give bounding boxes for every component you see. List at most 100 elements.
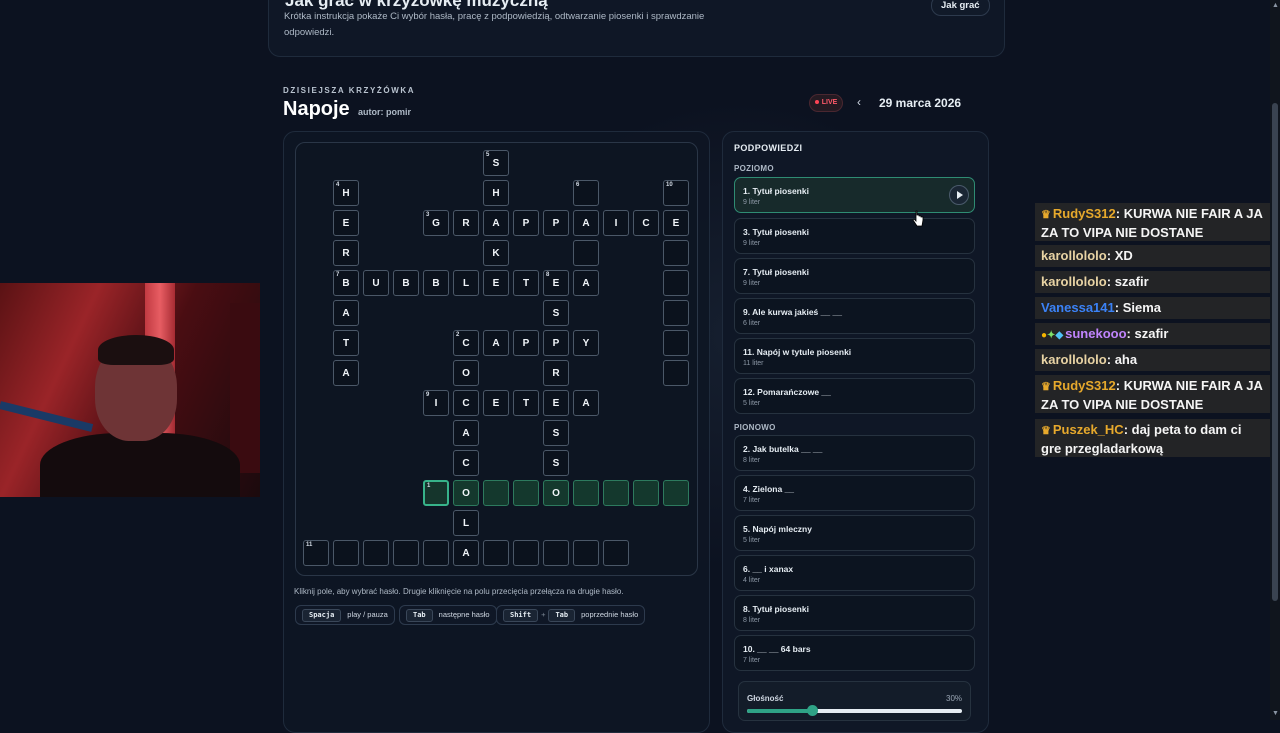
grid-cell[interactable] (663, 330, 689, 356)
grid-cell[interactable] (663, 480, 689, 506)
grid-cell[interactable]: R (543, 360, 569, 386)
grid-cell[interactable]: 2C (453, 330, 479, 356)
grid-cell[interactable]: A (483, 210, 509, 236)
clue-across-1[interactable]: 1. Tytuł piosenki 9 liter (734, 177, 975, 213)
grid-cell[interactable] (603, 480, 629, 506)
grid-cell[interactable]: R (453, 210, 479, 236)
grid-cell[interactable] (663, 240, 689, 266)
grid-cell[interactable]: L (453, 510, 479, 536)
grid-cell[interactable] (633, 480, 659, 506)
grid-cell[interactable]: 7B (333, 270, 359, 296)
grid-cell[interactable]: O (453, 480, 479, 506)
grid-cell[interactable]: U (363, 270, 389, 296)
grid-cell[interactable]: P (543, 330, 569, 356)
grid-cell[interactable]: O (453, 360, 479, 386)
previous-date-chevron-icon[interactable]: ‹ (857, 95, 861, 109)
grid-cell[interactable]: L (453, 270, 479, 296)
grid-cell[interactable] (393, 540, 419, 566)
grid-cell[interactable]: A (573, 270, 599, 296)
grid-cell[interactable]: B (423, 270, 449, 296)
grid-cell[interactable] (363, 540, 389, 566)
grid-cell[interactable]: C (453, 450, 479, 476)
grid-cell[interactable]: S (543, 300, 569, 326)
grid-cell[interactable]: I (603, 210, 629, 236)
play-icon[interactable] (949, 185, 969, 205)
grid-cell[interactable]: A (453, 540, 479, 566)
grid-cell[interactable]: P (513, 330, 539, 356)
grid-cell[interactable] (513, 480, 539, 506)
grid-cell[interactable]: E (543, 390, 569, 416)
clue-down-5[interactable]: 5. Napój mleczny 5 liter (734, 515, 975, 551)
chat-username[interactable]: Puszek_HC (1053, 422, 1124, 437)
grid-cell[interactable]: A (573, 390, 599, 416)
grid-cell[interactable]: A (573, 210, 599, 236)
grid-cell[interactable] (483, 480, 509, 506)
clue-across-7[interactable]: 7. Tytuł piosenki 9 liter (734, 258, 975, 294)
grid-cell[interactable]: E (663, 210, 689, 236)
grid-cell[interactable]: 10 (663, 180, 689, 206)
grid-cell[interactable] (603, 540, 629, 566)
grid-cell[interactable]: E (333, 210, 359, 236)
clue-down-6[interactable]: 6. __ i xanax 4 liter (734, 555, 975, 591)
clue-across-12[interactable]: 12. Pomarańczowe __ 5 liter (734, 378, 975, 414)
how-to-play-button[interactable]: Jak grać (931, 0, 990, 16)
grid-cell[interactable]: H (483, 180, 509, 206)
chat-username[interactable]: RudyS312 (1053, 378, 1116, 393)
grid-cell[interactable]: T (513, 390, 539, 416)
grid-cell[interactable] (513, 540, 539, 566)
grid-cell[interactable] (573, 540, 599, 566)
grid-cell[interactable]: A (483, 330, 509, 356)
grid-cell[interactable] (573, 240, 599, 266)
grid-cell[interactable]: C (453, 390, 479, 416)
chat-username[interactable]: Vanessa141 (1041, 300, 1115, 315)
chat-username[interactable]: karollololo (1041, 248, 1107, 263)
chat-username[interactable]: RudyS312 (1053, 206, 1116, 221)
scroll-down-icon[interactable]: ▼ (1272, 710, 1279, 717)
chat-username[interactable]: sunekooo (1065, 326, 1126, 341)
grid-cell[interactable]: A (453, 420, 479, 446)
clue-across-11[interactable]: 11. Napój w tytule piosenki 11 liter (734, 338, 975, 374)
grid-cell[interactable]: A (333, 360, 359, 386)
grid-cell[interactable]: E (483, 390, 509, 416)
grid-cell[interactable]: B (393, 270, 419, 296)
grid-cell[interactable] (543, 540, 569, 566)
grid-cell[interactable]: T (513, 270, 539, 296)
grid-cell[interactable]: T (333, 330, 359, 356)
scroll-up-icon[interactable]: ▲ (1272, 2, 1279, 9)
chat-username[interactable]: karollololo (1041, 274, 1107, 289)
grid-cell[interactable]: 5S (483, 150, 509, 176)
clue-down-2[interactable]: 2. Jak butelka __ __ 8 liter (734, 435, 975, 471)
grid-cell[interactable]: S (543, 420, 569, 446)
grid-cell[interactable]: P (543, 210, 569, 236)
grid-cell[interactable]: S (543, 450, 569, 476)
grid-cell[interactable]: 11 (303, 540, 329, 566)
grid-cell[interactable]: 4H (333, 180, 359, 206)
grid-cell[interactable]: C (633, 210, 659, 236)
clue-across-3[interactable]: 3. Tytuł piosenki 9 liter (734, 218, 975, 254)
grid-cell[interactable]: E (483, 270, 509, 296)
grid-cell[interactable]: 6 (573, 180, 599, 206)
clue-down-10[interactable]: 10. __ __ 64 bars 7 liter (734, 635, 975, 671)
scrollbar-thumb[interactable] (1272, 103, 1278, 601)
grid-cell[interactable]: 3G (423, 210, 449, 236)
grid-cell[interactable] (333, 540, 359, 566)
clue-across-9[interactable]: 9. Ale kurwa jakieś __ __ 6 liter (734, 298, 975, 334)
grid-cell[interactable]: K (483, 240, 509, 266)
grid-cell[interactable]: P (513, 210, 539, 236)
grid-cell[interactable]: O (543, 480, 569, 506)
grid-cell[interactable] (423, 540, 449, 566)
volume-slider-thumb[interactable] (806, 705, 818, 716)
chat-username[interactable]: karollololo (1041, 352, 1107, 367)
grid-cell[interactable] (483, 540, 509, 566)
page-scrollbar[interactable]: ▲ ▼ (1270, 0, 1280, 720)
grid-cell[interactable] (663, 360, 689, 386)
grid-cell[interactable]: 8E (543, 270, 569, 296)
grid-cell[interactable]: 9I (423, 390, 449, 416)
grid-cell[interactable] (663, 270, 689, 296)
clue-down-4[interactable]: 4. Zielona __ 7 liter (734, 475, 975, 511)
grid-cell[interactable]: 1 (423, 480, 449, 506)
grid-cell[interactable]: R (333, 240, 359, 266)
clue-down-8[interactable]: 8. Tytuł piosenki 8 liter (734, 595, 975, 631)
grid-cell[interactable]: Y (573, 330, 599, 356)
grid-cell[interactable]: A (333, 300, 359, 326)
